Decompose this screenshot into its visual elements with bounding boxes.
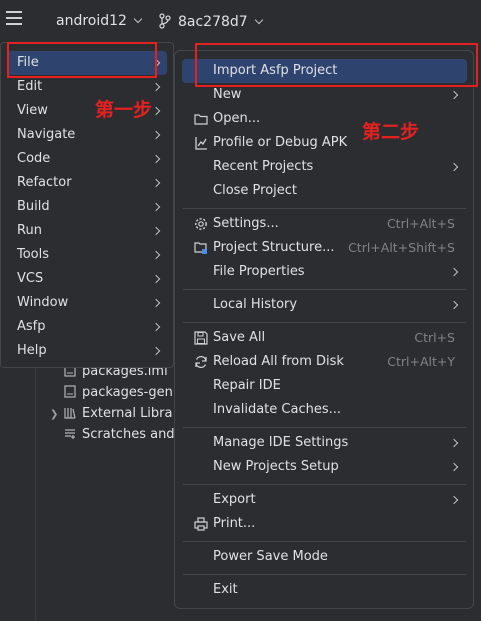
chevron-right-icon	[151, 82, 161, 92]
tree-item-scratches[interactable]: Scratches and	[50, 424, 175, 445]
menu-item-export[interactable]: Export	[182, 488, 467, 512]
project-selector[interactable]: android12	[56, 13, 143, 29]
title-bar: android12 8ac278d7	[0, 0, 481, 42]
menu-item-local-history[interactable]: Local History	[182, 293, 467, 317]
menu-item-repair-ide[interactable]: Repair IDE	[182, 374, 467, 398]
file-icon	[64, 385, 76, 398]
menu-item-close-project[interactable]: Close Project	[182, 179, 467, 203]
chevron-right-icon	[151, 130, 161, 140]
annotation-step1: 第一步	[95, 99, 153, 121]
chevron-right-icon	[151, 154, 161, 164]
annotation-box-import	[195, 43, 478, 87]
chevron-right-icon	[449, 438, 459, 448]
chevron-right-icon	[449, 495, 459, 505]
menu-item-power-save-mode[interactable]: Power Save Mode	[182, 545, 467, 569]
menu-item-project-structure[interactable]: Project Structure... Ctrl+Alt+Shift+S	[182, 236, 467, 260]
menu-item-code[interactable]: Code	[7, 147, 167, 171]
menu-separator	[183, 484, 466, 485]
menu-item-navigate[interactable]: Navigate	[7, 123, 167, 147]
chevron-right-icon	[151, 298, 161, 308]
git-branch-icon	[159, 13, 171, 29]
file-submenu: Import Asfp Project New Open... Profile …	[174, 50, 474, 609]
library-icon	[64, 408, 76, 419]
project-name: android12	[56, 13, 127, 29]
gear-icon	[195, 218, 207, 230]
chevron-right-icon	[449, 267, 459, 277]
chevron-down-icon	[133, 14, 143, 24]
chevron-down-icon	[254, 15, 263, 25]
menu-separator	[183, 322, 466, 323]
menu-item-run[interactable]: Run	[7, 219, 167, 243]
scratches-icon	[65, 429, 75, 439]
menu-item-build[interactable]: Build	[7, 195, 167, 219]
menu-item-settings[interactable]: Settings... Ctrl+Alt+S	[182, 212, 467, 236]
menu-item-reload-all[interactable]: Reload All from Disk Ctrl+Alt+Y	[182, 350, 467, 374]
menu-separator	[183, 289, 466, 290]
chevron-right-icon	[449, 162, 459, 172]
menu-item-save-all[interactable]: Save All Ctrl+S	[182, 326, 467, 350]
chevron-right-icon	[151, 178, 161, 188]
chevron-right-icon	[151, 226, 161, 236]
menu-separator	[183, 427, 466, 428]
menu-item-manage-ide-settings[interactable]: Manage IDE Settings	[182, 431, 467, 455]
chevron-right-icon	[449, 462, 459, 472]
menu-item-file-properties[interactable]: File Properties	[182, 260, 467, 284]
reload-icon	[195, 355, 207, 369]
save-icon	[194, 331, 208, 345]
hamburger-menu-icon[interactable]	[6, 11, 22, 25]
menu-separator	[183, 574, 466, 575]
menu-item-vcs[interactable]: VCS	[7, 267, 167, 291]
menu-item-profile-debug-apk[interactable]: Profile or Debug APK	[182, 131, 467, 155]
menu-item-open[interactable]: Open...	[182, 107, 467, 131]
menu-separator	[183, 541, 466, 542]
menu-item-tools[interactable]: Tools	[7, 243, 167, 267]
chevron-right-icon	[151, 106, 161, 116]
menu-item-print[interactable]: Print...	[182, 512, 467, 536]
menu-item-new-projects-setup[interactable]: New Projects Setup	[182, 455, 467, 479]
menu-item-invalidate-caches[interactable]: Invalidate Caches...	[182, 398, 467, 422]
main-menu: File Edit View Navigate Code Refactor Bu…	[0, 42, 174, 368]
menu-item-exit[interactable]: Exit	[182, 578, 467, 602]
chevron-right-icon	[151, 346, 161, 356]
chevron-right-icon	[449, 300, 459, 310]
annotation-step2: 第二步	[362, 121, 420, 143]
folder-icon	[194, 114, 208, 125]
menu-item-refactor[interactable]: Refactor	[7, 171, 167, 195]
menu-separator	[183, 208, 466, 209]
menu-item-window[interactable]: Window	[7, 291, 167, 315]
branch-name: 8ac278d7	[178, 14, 248, 30]
print-icon	[194, 517, 208, 531]
chevron-right-icon	[151, 322, 161, 332]
chevron-right-icon	[151, 250, 161, 260]
profile-icon	[195, 137, 207, 150]
menu-item-recent-projects[interactable]: Recent Projects	[182, 155, 467, 179]
annotation-box-file	[7, 42, 157, 78]
tree-item-packages-gen[interactable]: packages-gen	[50, 382, 173, 403]
menu-item-asfp[interactable]: Asfp	[7, 315, 167, 339]
menu-item-help[interactable]: Help	[7, 339, 167, 363]
chevron-right-icon	[151, 274, 161, 284]
tree-item-external-libraries[interactable]: ❯ External Libra	[50, 403, 173, 424]
chevron-right-icon[interactable]: ❯	[50, 404, 64, 425]
chevron-right-icon	[151, 202, 161, 212]
branch-selector[interactable]: 8ac278d7	[158, 13, 263, 30]
project-structure-icon	[194, 242, 207, 254]
chevron-right-icon	[449, 90, 459, 100]
